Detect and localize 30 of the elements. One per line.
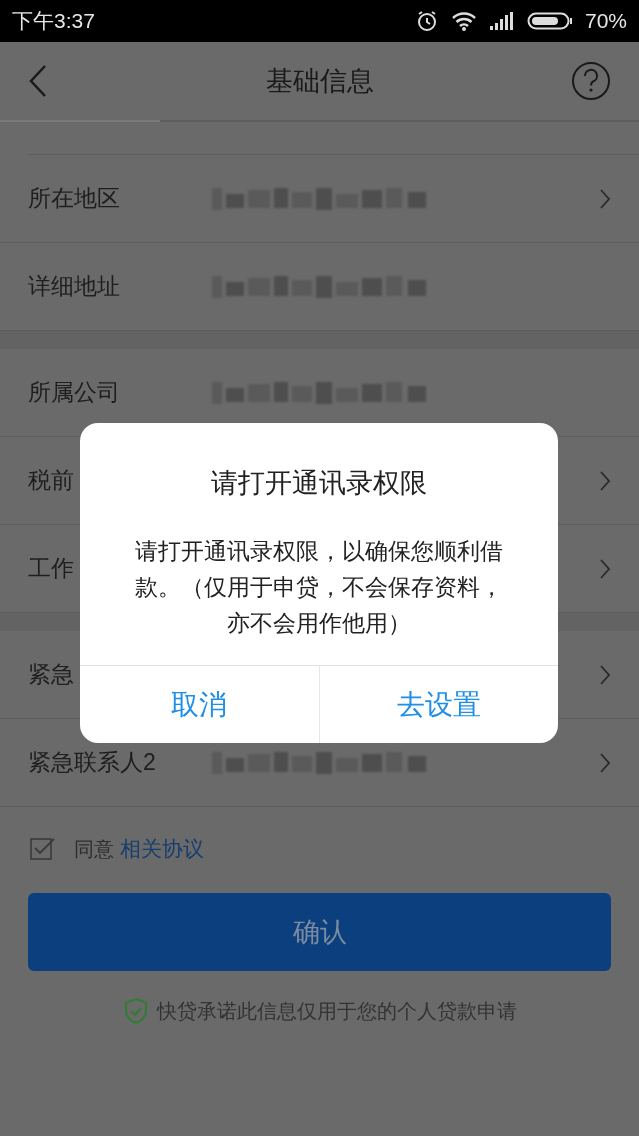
field-label: 详细地址 xyxy=(28,272,121,301)
back-icon[interactable] xyxy=(28,64,48,98)
chevron-icon[interactable] xyxy=(599,751,611,774)
confirm-button[interactable]: 确认 xyxy=(28,893,611,971)
battery-percent: 70% xyxy=(584,9,627,33)
agreement-link[interactable]: 相关协议 xyxy=(120,835,204,863)
agree-label: 同意 xyxy=(74,836,114,862)
wifi-icon xyxy=(450,10,477,32)
chevron-icon[interactable] xyxy=(599,187,611,210)
status-time: 下午3:37 xyxy=(12,8,95,34)
form-row[interactable]: 所在地区 xyxy=(0,155,639,243)
shield-check-icon xyxy=(122,997,149,1025)
field-label: 税前 xyxy=(28,466,75,495)
dialog-message: 请打开通讯录权限，以确保您顺利借款。（仅用于申贷，不会保存资料，亦不会用作他用） xyxy=(134,537,504,638)
page-title: 基础信息 xyxy=(265,65,374,98)
field-label: 紧急联系人2 xyxy=(28,748,157,777)
battery-icon xyxy=(526,11,573,31)
chevron-icon[interactable] xyxy=(599,557,611,580)
help-icon[interactable] xyxy=(571,61,611,101)
field-label: 所属公司 xyxy=(28,378,121,407)
settings-button[interactable]: 去设置 xyxy=(318,666,558,743)
signal-icon xyxy=(488,11,515,31)
chevron-icon[interactable] xyxy=(599,469,611,492)
chevron-icon[interactable] xyxy=(599,663,611,686)
form-row[interactable]: 详细地址 xyxy=(0,243,639,331)
field-label: 紧急 xyxy=(28,660,75,689)
field-label: 工作 xyxy=(28,554,75,583)
dialog-title: 请打开通讯录权限 xyxy=(210,467,428,500)
checkbox[interactable] xyxy=(30,836,56,862)
field-label: 所在地区 xyxy=(28,184,121,213)
